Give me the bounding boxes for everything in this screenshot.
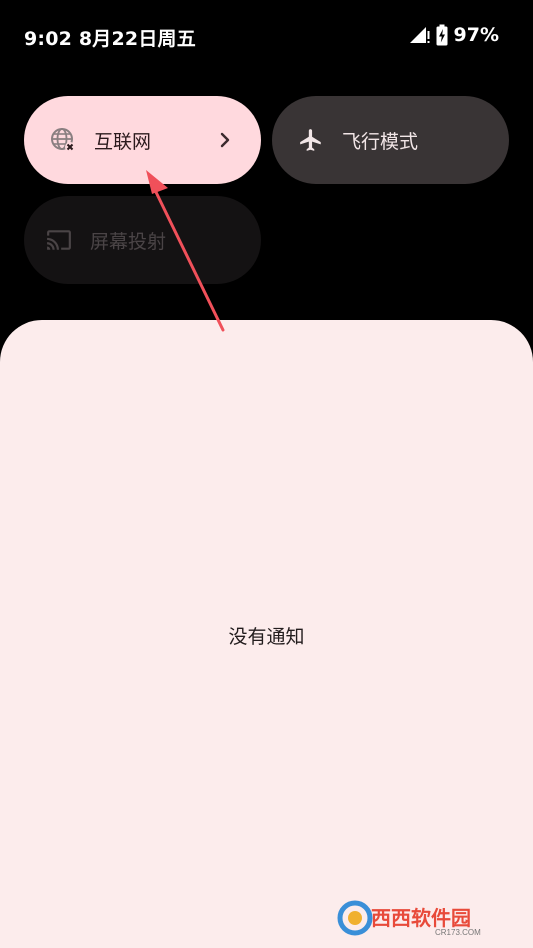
no-notifications-text: 没有通知: [228, 626, 305, 648]
screen: 9:02 8月22日周五 97% 互联网 飞行模式 屏幕投射 没有通知 西西软件…: [0, 0, 533, 948]
globe-off-icon: [50, 127, 76, 153]
status-time-date: 9:02 8月22日周五: [24, 28, 196, 50]
signal-no-service-icon: [408, 25, 430, 45]
watermark-logo-text: 西西软件园: [371, 906, 471, 930]
tile-internet-label: 互联网: [94, 130, 152, 153]
battery-charging-icon: [436, 24, 448, 46]
airplane-icon: [298, 127, 324, 153]
tile-airplane-mode-label: 飞行模式: [342, 130, 419, 153]
chevron-right-icon[interactable]: [213, 128, 237, 152]
notification-panel: 没有通知: [0, 320, 533, 948]
status-bar: 9:02 8月22日周五 97%: [0, 0, 533, 72]
tile-internet[interactable]: 互联网: [24, 96, 261, 184]
battery-percent: 97%: [453, 24, 499, 46]
watermark-logo: 西西软件园 CR173.COM: [337, 900, 481, 937]
watermark-logo-subtext: CR173.COM: [435, 928, 481, 937]
tile-screen-cast-label: 屏幕投射: [90, 230, 167, 253]
cast-icon: [46, 227, 72, 253]
tile-airplane-mode[interactable]: 飞行模式: [272, 96, 509, 184]
status-indicators: 97%: [408, 24, 499, 46]
tile-screen-cast[interactable]: 屏幕投射: [24, 196, 261, 284]
